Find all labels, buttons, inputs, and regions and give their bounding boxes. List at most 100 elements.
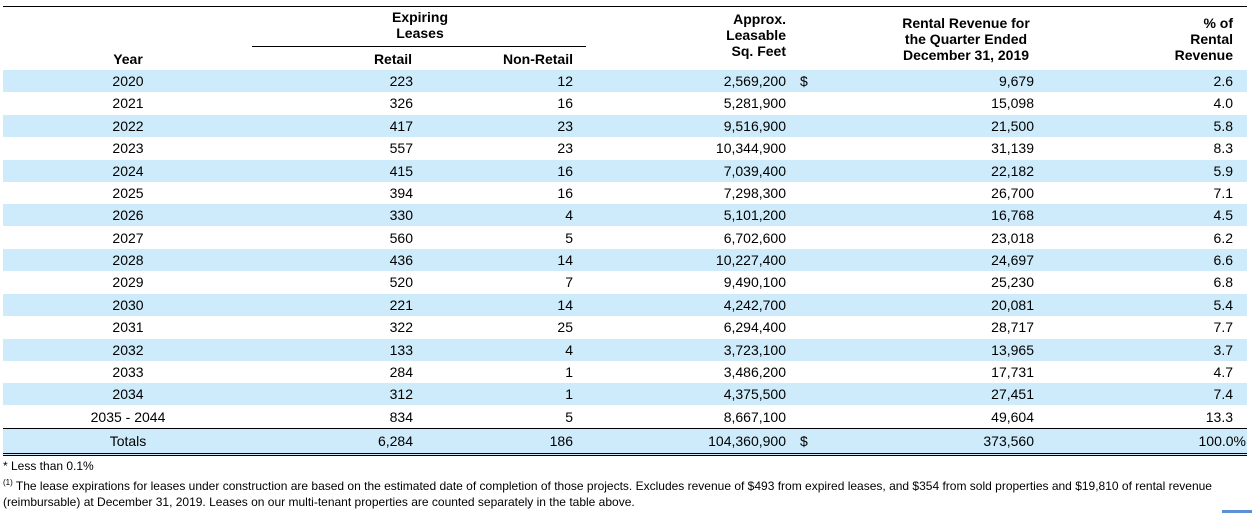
cell-retail: 330 (389, 207, 413, 224)
cell-sq-feet: 6,294,400 (723, 319, 786, 336)
cell-revenue: 26,700 (991, 184, 1034, 201)
cell-year: 2033 (112, 363, 144, 380)
cell-sq-feet: 5,101,200 (723, 207, 786, 224)
cell-pct: 7.1 (1213, 184, 1233, 201)
cell-revenue: 49,604 (991, 408, 1034, 425)
cell-revenue: 13,965 (991, 341, 1034, 358)
cell-year: 2028 (112, 252, 144, 268)
cell-pct: 7.4 (1213, 386, 1233, 403)
cell-revenue: 17,731 (991, 363, 1034, 380)
cell-non-retail: 5 (565, 408, 573, 425)
cell-pct: 3.7 (1213, 341, 1233, 358)
cell-non-retail: 4 (565, 341, 573, 358)
header-expiring-leases: Expiring Leases (391, 9, 448, 41)
cell-sq-feet: 7,298,300 (723, 184, 786, 201)
cell-non-retail: 5 (565, 229, 573, 246)
cell-sq-feet: 3,723,100 (723, 341, 786, 358)
cell-retail: 326 (389, 95, 413, 112)
cell-non-retail: 7 (565, 274, 573, 291)
cell-sq-feet: 9,490,100 (723, 274, 786, 291)
cell-pct: 13.3 (1205, 408, 1233, 425)
footnote-1: (1) The lease expirations for leases und… (3, 478, 1243, 510)
table-row: 2026 330 4 5,101,200 16,768 4.5 (3, 204, 1247, 227)
cell-revenue: 27,451 (991, 386, 1034, 403)
cell-pct: 6.2 (1213, 229, 1233, 246)
table-row: 2023 557 23 10,344,900 31,139 8.3 (3, 137, 1247, 159)
cell-year: 2030 (112, 296, 144, 313)
cell-non-retail: 16 (557, 184, 573, 201)
cell-pct: 8.3 (1213, 140, 1233, 157)
cell-revenue: 9,679 (998, 73, 1034, 89)
cell-retail: 322 (389, 319, 413, 336)
cell-retail: 415 (389, 162, 413, 179)
cell-retail: 436 (389, 252, 413, 268)
cell-pct: 6.6 (1213, 252, 1233, 268)
table-row: 2025 394 16 7,298,300 26,700 7.1 (3, 182, 1247, 204)
cell-non-retail: 1 (565, 386, 573, 403)
header-retail: Retail (373, 51, 413, 67)
cell-retail: 312 (389, 386, 413, 403)
cell-year: 2024 (112, 162, 144, 179)
footnote-text: The lease expirations for leases under c… (3, 479, 1212, 509)
cell-year: 2021 (112, 95, 144, 112)
table-row: 2028 436 14 10,227,400 24,697 6.6 (3, 249, 1247, 271)
cell-sq-feet: 4,242,700 (723, 296, 786, 313)
cell-non-retail: 14 (557, 296, 573, 313)
cell-sq-feet: 4,375,500 (723, 386, 786, 403)
table-row: 2029 520 7 9,490,100 25,230 6.8 (3, 271, 1247, 293)
cell-sq-feet: 10,344,900 (715, 140, 786, 157)
cell-year: 2026 (112, 207, 144, 224)
cell-revenue: 23,018 (991, 229, 1034, 246)
cell-non-retail: 16 (557, 162, 573, 179)
header-non-retail: Non-Retail (503, 51, 573, 67)
cell-pct: 4.0 (1213, 95, 1233, 112)
totals-non-retail: 186 (549, 433, 573, 449)
cell-year: 2027 (112, 229, 144, 246)
cell-retail: 557 (389, 140, 413, 157)
cell-pct: 4.5 (1213, 207, 1233, 224)
cell-dollar-sign: $ (800, 73, 808, 89)
cell-non-retail: 23 (557, 117, 573, 134)
cell-revenue: 16,768 (991, 207, 1034, 224)
cell-retail: 394 (389, 184, 413, 201)
cell-revenue: 22,182 (991, 162, 1034, 179)
cell-sq-feet: 3,486,200 (723, 363, 786, 380)
cell-non-retail: 23 (557, 140, 573, 157)
cell-non-retail: 14 (557, 252, 573, 268)
cell-non-retail: 12 (557, 73, 573, 89)
cell-non-retail: 25 (557, 319, 573, 336)
cell-sq-feet: 5,281,900 (723, 95, 786, 112)
cell-sq-feet: 7,039,400 (723, 162, 786, 179)
cell-sq-feet: 6,702,600 (723, 229, 786, 246)
cell-non-retail: 1 (565, 363, 573, 380)
table-row: 2031 322 25 6,294,400 28,717 7.7 (3, 316, 1247, 338)
table-row: 2022 417 23 9,516,900 21,500 5.8 (3, 114, 1247, 137)
cell-year: 2032 (112, 341, 144, 358)
table-row: 2024 415 16 7,039,400 22,182 5.9 (3, 159, 1247, 182)
cell-non-retail: 16 (557, 95, 573, 112)
cell-sq-feet: 9,516,900 (723, 117, 786, 134)
totals-label: Totals (109, 433, 147, 449)
totals-revenue: 373,560 (983, 433, 1034, 449)
cell-sq-feet: 8,667,100 (723, 408, 786, 425)
table-row: 2030 221 14 4,242,700 20,081 5.4 (3, 293, 1247, 316)
cell-year: 2034 (112, 386, 144, 403)
cell-retail: 520 (389, 274, 413, 291)
cell-revenue: 20,081 (991, 296, 1034, 313)
cell-pct: 5.9 (1213, 162, 1233, 179)
cell-pct: 2.6 (1213, 73, 1233, 89)
table-row: 2035 - 2044 834 5 8,667,100 49,604 13.3 (3, 406, 1247, 428)
cell-retail: 417 (389, 117, 413, 134)
cell-revenue: 15,098 (991, 95, 1034, 112)
footnote-marker: (1) (3, 478, 13, 487)
cell-year: 2023 (112, 140, 144, 157)
cell-revenue: 31,139 (991, 140, 1034, 157)
table-row: 2027 560 5 6,702,600 23,018 6.2 (3, 227, 1247, 249)
cell-year: 2035 - 2044 (90, 408, 166, 425)
cell-retail: 560 (389, 229, 413, 246)
footnote-less-than: * Less than 0.1% (3, 459, 94, 473)
totals-sq-feet: 104,360,900 (708, 433, 786, 449)
header-sq-feet: Approx. Leasable Sq. Feet (726, 11, 786, 59)
cell-sq-feet: 10,227,400 (715, 252, 786, 268)
cell-revenue: 28,717 (991, 319, 1034, 336)
